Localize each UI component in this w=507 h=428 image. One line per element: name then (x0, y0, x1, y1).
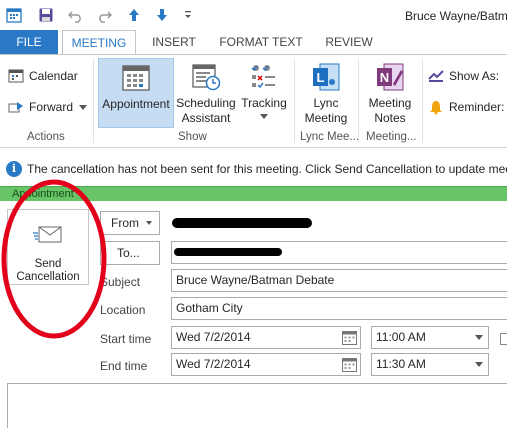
calendar-small-icon (8, 68, 24, 84)
tracking-icon (248, 61, 280, 93)
meeting-notes-label-line1: Meeting (368, 96, 412, 110)
svg-text:N: N (380, 70, 389, 85)
title-bar: Bruce Wayne/Batm (0, 0, 507, 30)
scheduling-assistant-icon (190, 61, 222, 93)
group-label-show: Show (178, 131, 207, 143)
chevron-down-icon (146, 221, 152, 225)
end-date-value: Wed 7/2/2014 (176, 357, 251, 371)
to-label: To... (117, 246, 140, 260)
info-icon: i (6, 161, 22, 177)
tracking-button[interactable]: Tracking (238, 58, 290, 128)
from-button[interactable]: From (100, 211, 160, 235)
end-date-field[interactable]: Wed 7/2/2014 (171, 353, 361, 376)
appointment-label: Appointment (102, 97, 170, 111)
undo-icon[interactable] (68, 7, 84, 23)
lync-label-line2: Meeting (304, 111, 348, 125)
group-divider (422, 59, 423, 143)
calendar-icon[interactable] (6, 7, 22, 23)
location-field[interactable]: Gotham City (171, 297, 507, 320)
tab-meeting[interactable]: MEETING (62, 30, 136, 56)
onenote-icon: N (374, 61, 406, 93)
show-as-label: Show As: (449, 69, 500, 83)
tab-review[interactable]: REVIEW (316, 30, 382, 55)
window-title: Bruce Wayne/Batm (405, 9, 507, 23)
from-redacted (172, 218, 312, 228)
tab-insert[interactable]: INSERT (143, 30, 205, 55)
group-divider (93, 59, 94, 143)
tab-file[interactable]: FILE (0, 30, 58, 55)
group-divider (294, 59, 295, 143)
group-label-meeting-notes: Meeting... (366, 131, 417, 143)
forward-label: Forward (29, 100, 74, 114)
scheduling-assistant-button[interactable]: Scheduling Assistant (176, 58, 236, 128)
forward-button[interactable]: Forward (8, 96, 88, 118)
group-divider (358, 59, 359, 143)
calendar-picker-icon[interactable] (342, 357, 357, 372)
message-body[interactable] (7, 383, 507, 428)
redo-icon[interactable] (96, 7, 112, 23)
start-date-field[interactable]: Wed 7/2/2014 (171, 326, 361, 349)
meeting-notes-label-line2: Notes (374, 111, 406, 125)
calendar-label: Calendar (29, 69, 78, 83)
to-button[interactable]: To... (100, 241, 160, 265)
ribbon: Calendar Forward Actions Appointment Sch… (0, 55, 507, 148)
red-annotation-circle (1, 179, 107, 339)
end-time-value: 11:30 AM (376, 357, 426, 371)
group-label-lync: Lync Mee... (300, 131, 360, 143)
info-bar: i The cancellation has not been sent for… (0, 158, 507, 180)
reminder-label: Reminder: (449, 100, 505, 114)
down-arrow-icon[interactable] (154, 7, 170, 23)
chevron-down-icon (260, 114, 268, 119)
to-redacted (174, 248, 282, 256)
from-label: From (111, 216, 139, 230)
calendar-button[interactable]: Calendar (8, 65, 78, 87)
appointment-button[interactable]: Appointment (98, 58, 174, 128)
appointment-icon (120, 62, 152, 94)
reminder-control[interactable]: Reminder: (428, 96, 504, 118)
lync-meeting-button[interactable]: L Lync Meeting (297, 58, 355, 128)
calendar-picker-icon[interactable] (342, 330, 357, 345)
group-label-actions: Actions (27, 131, 65, 143)
lync-icon: L (310, 61, 342, 93)
save-icon[interactable] (38, 7, 54, 23)
ribbon-tabs: FILE MEETING INSERT FORMAT TEXT REVIEW (0, 30, 507, 56)
bell-icon (428, 99, 444, 115)
end-time-field[interactable]: 11:30 AM (371, 353, 489, 376)
scheduling-label-line1: Scheduling (176, 96, 236, 110)
scheduling-label-line2: Assistant (181, 111, 231, 125)
chevron-down-icon[interactable] (475, 335, 483, 340)
tracking-label: Tracking (241, 96, 287, 110)
svg-text:L: L (317, 70, 325, 85)
start-time-value: 11:00 AM (376, 330, 426, 344)
lync-label-line1: Lync (313, 96, 339, 110)
show-as-icon (428, 68, 444, 84)
show-as-control[interactable]: Show As: (428, 65, 499, 87)
start-time-field[interactable]: 11:00 AM (371, 326, 489, 349)
meeting-notes-button[interactable]: N Meeting Notes (362, 58, 418, 128)
chevron-down-icon (79, 104, 88, 110)
start-date-value: Wed 7/2/2014 (176, 330, 251, 344)
up-arrow-icon[interactable] (126, 7, 142, 23)
all-day-checkbox[interactable] (500, 333, 507, 345)
info-message: The cancellation has not been sent for t… (27, 162, 507, 176)
forward-icon (8, 99, 24, 115)
more-icon[interactable] (180, 7, 196, 23)
chevron-down-icon[interactable] (475, 362, 483, 367)
tab-format-text[interactable]: FORMAT TEXT (210, 30, 312, 55)
end-time-label: End time (100, 359, 148, 373)
subject-field[interactable]: Bruce Wayne/Batman Debate (171, 269, 507, 292)
